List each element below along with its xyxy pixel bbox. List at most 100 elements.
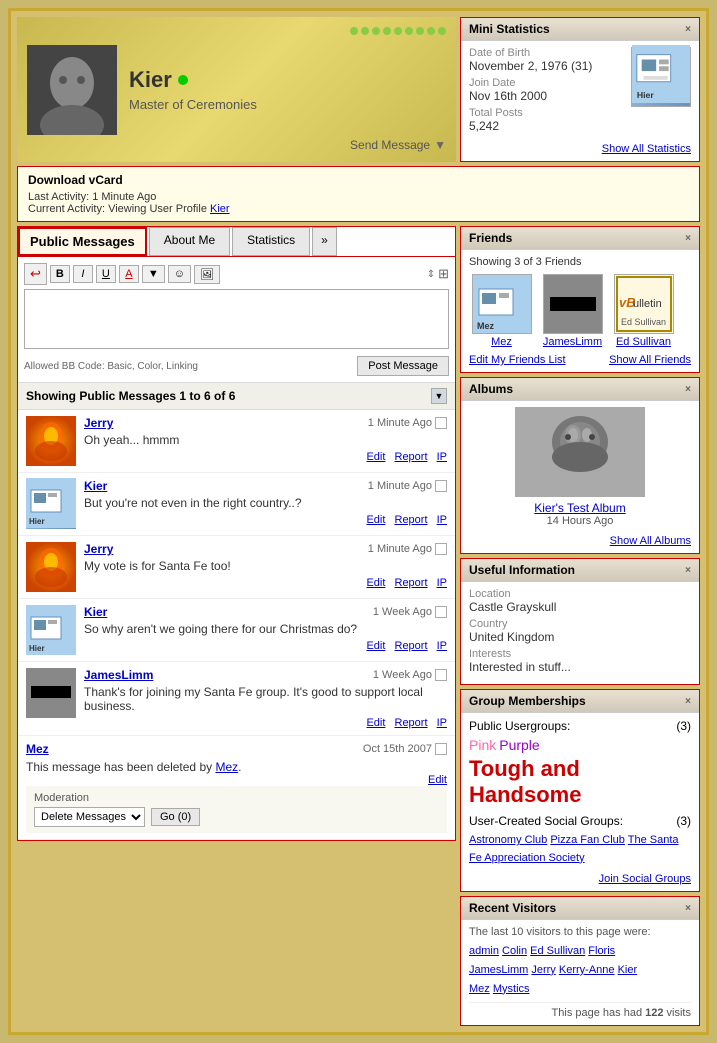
edit-deleted-link[interactable]: Edit xyxy=(428,774,447,786)
useful-info-close-icon[interactable]: × xyxy=(685,565,691,576)
image-button[interactable]: 🖼 xyxy=(194,265,220,284)
message-item: JamesLimm 1 Week Ago Thank's for joining… xyxy=(18,662,455,736)
undo-button[interactable]: ↩ xyxy=(24,263,47,285)
send-message-area[interactable]: Send Message ▼ xyxy=(350,138,446,152)
moderation-select[interactable]: Delete Messages xyxy=(34,807,145,827)
underline-button[interactable]: U xyxy=(96,265,116,283)
visits-count: 122 xyxy=(645,1007,663,1019)
edit-message-link[interactable]: Edit xyxy=(366,577,385,589)
visitor-jameslimm[interactable]: JamesLimm xyxy=(469,964,528,976)
tab-about-me[interactable]: About Me xyxy=(149,227,230,256)
show-all-friends-link[interactable]: Show All Friends xyxy=(609,354,691,366)
tab-public-messages[interactable]: Public Messages xyxy=(18,227,147,256)
recent-visitors-title: Recent Visitors xyxy=(469,901,556,915)
message-checkbox[interactable] xyxy=(435,543,447,555)
visitor-jerry[interactable]: Jerry xyxy=(531,964,555,976)
edit-message-link[interactable]: Edit xyxy=(366,717,385,729)
edit-message-link[interactable]: Edit xyxy=(366,640,385,652)
friend-avatar-edsullivan: vB ulletin Ed Sullivan xyxy=(614,274,674,334)
ip-message-link[interactable]: IP xyxy=(437,577,447,589)
albums-close-icon[interactable]: × xyxy=(685,384,691,395)
friends-close-icon[interactable]: × xyxy=(685,233,691,244)
ip-message-link[interactable]: IP xyxy=(437,717,447,729)
avatar xyxy=(27,45,117,135)
group-memberships-close-icon[interactable]: × xyxy=(685,696,691,707)
report-message-link[interactable]: Report xyxy=(395,577,428,589)
current-activity-link[interactable]: Kier xyxy=(210,203,230,215)
edit-friends-link[interactable]: Edit My Friends List xyxy=(469,354,566,366)
collapse-messages-button[interactable]: ▼ xyxy=(431,388,447,404)
message-actions: Edit Report IP xyxy=(84,717,447,729)
report-message-link[interactable]: Report xyxy=(395,514,428,526)
deleted-by-link[interactable]: Mez xyxy=(215,760,238,774)
ip-message-link[interactable]: IP xyxy=(437,514,447,526)
pizza-fan-club-link[interactable]: Pizza Fan Club xyxy=(550,834,625,846)
visitor-colin[interactable]: Colin xyxy=(502,945,527,957)
visitor-mez[interactable]: Mez xyxy=(469,983,490,995)
show-all-stats-link[interactable]: Show All Statistics xyxy=(602,143,691,155)
visits-total: This page has had 122 visits xyxy=(469,1002,691,1019)
color-button[interactable]: A xyxy=(119,265,139,283)
message-input[interactable] xyxy=(24,289,449,349)
visitor-floris[interactable]: Floris xyxy=(588,945,615,957)
moderation-go-button[interactable]: Go (0) xyxy=(151,808,200,826)
message-user-kier-2[interactable]: Kier xyxy=(84,605,107,619)
friend-item-mez: Mez Mez xyxy=(469,274,534,348)
friends-footer: Edit My Friends List Show All Friends xyxy=(469,354,691,366)
profile-title: Master of Ceremonies xyxy=(129,97,446,112)
friend-name-jameslimm[interactable]: JamesLimm xyxy=(543,336,602,348)
resize-icon[interactable]: ⇕ xyxy=(427,269,435,280)
join-social-groups-link[interactable]: Join Social Groups xyxy=(599,873,691,885)
visitor-kerryanne[interactable]: Kerry-Anne xyxy=(559,964,615,976)
message-checkbox[interactable] xyxy=(435,606,447,618)
mini-stats-close-icon[interactable]: × xyxy=(685,24,691,35)
friend-name-mez[interactable]: Mez xyxy=(491,336,512,348)
message-user-jerry-1[interactable]: Jerry xyxy=(84,416,113,430)
message-time: 1 Minute Ago xyxy=(368,417,432,429)
visits-text: This page has had xyxy=(552,1007,643,1019)
friend-name-edsullivan[interactable]: Ed Sullivan xyxy=(616,336,671,348)
visitor-edsullivan[interactable]: Ed Sullivan xyxy=(530,945,585,957)
tabs-bar: Public Messages About Me Statistics » xyxy=(18,227,455,257)
edit-message-link[interactable]: Edit xyxy=(366,514,385,526)
message-user-mez[interactable]: Mez xyxy=(26,742,49,756)
message-user-kier-1[interactable]: Kier xyxy=(84,479,107,493)
expand-icon[interactable]: ⊞ xyxy=(438,266,449,282)
message-checkbox[interactable] xyxy=(435,669,447,681)
message-editor: ↩ B I U A ▼ ☺ 🖼 ⇕ ⊞ xyxy=(18,257,455,383)
ip-message-link[interactable]: IP xyxy=(437,640,447,652)
recent-visitors-close-icon[interactable]: × xyxy=(685,903,691,914)
post-message-button[interactable]: Post Message xyxy=(357,356,449,376)
message-checkbox[interactable] xyxy=(435,743,447,755)
ip-message-link[interactable]: IP xyxy=(437,451,447,463)
color-arrow[interactable]: ▼ xyxy=(142,265,165,283)
report-message-link[interactable]: Report xyxy=(395,640,428,652)
join-date-label: Join Date xyxy=(469,77,592,89)
message-checkbox[interactable] xyxy=(435,417,447,429)
bold-button[interactable]: B xyxy=(50,265,70,283)
last-activity-value: 1 Minute Ago xyxy=(92,191,156,203)
friends-title: Friends xyxy=(469,231,512,245)
tab-more[interactable]: » xyxy=(312,227,337,256)
message-user-jerry-2[interactable]: Jerry xyxy=(84,542,113,556)
italic-button[interactable]: I xyxy=(73,265,93,283)
report-message-link[interactable]: Report xyxy=(395,451,428,463)
visitor-mystics[interactable]: Mystics xyxy=(493,983,530,995)
message-body: JamesLimm 1 Week Ago Thank's for joining… xyxy=(84,668,447,729)
message-checkbox[interactable] xyxy=(435,480,447,492)
vcard-title[interactable]: Download vCard xyxy=(28,173,689,187)
svg-text:ulletin: ulletin xyxy=(633,298,662,310)
astronomy-club-link[interactable]: Astronomy Club xyxy=(469,834,547,846)
tab-statistics[interactable]: Statistics xyxy=(232,227,310,256)
username-text: Kier xyxy=(129,67,172,93)
edit-message-link[interactable]: Edit xyxy=(366,451,385,463)
album-name-link[interactable]: Kier's Test Album xyxy=(469,501,691,515)
report-message-link[interactable]: Report xyxy=(395,717,428,729)
interests-value: Interested in stuff... xyxy=(469,660,691,674)
smiley-button[interactable]: ☺ xyxy=(168,265,191,283)
visitor-admin[interactable]: admin xyxy=(469,945,499,957)
message-user-jameslimm[interactable]: JamesLimm xyxy=(84,668,153,682)
page-container: Kier Master of Ceremonies Send Message ▼ xyxy=(8,8,709,1035)
show-all-albums-link[interactable]: Show All Albums xyxy=(610,535,691,547)
visitor-kier[interactable]: Kier xyxy=(618,964,638,976)
